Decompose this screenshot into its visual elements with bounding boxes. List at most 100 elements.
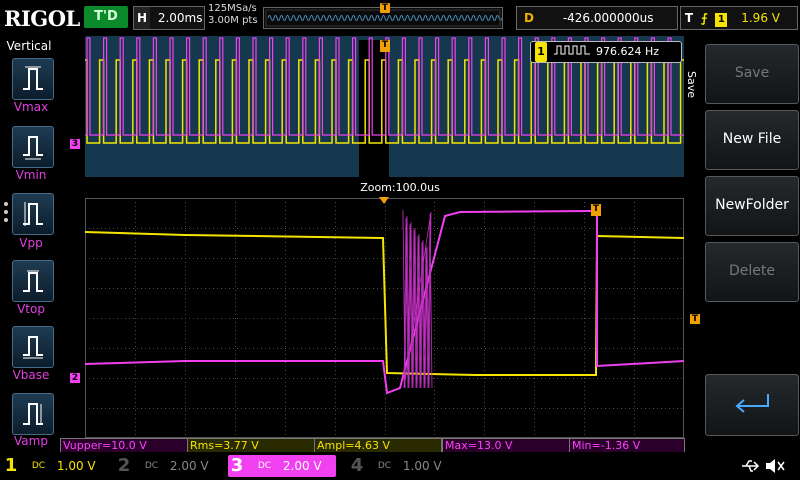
grid-dot [135,218,136,219]
grid-dot [509,258,510,259]
grid-dot [597,378,598,379]
grid-dot [335,410,336,411]
grid-dot [117,258,118,259]
grid-dot [209,288,210,289]
speaker-icon[interactable] [764,458,786,474]
ch3-offset-marker[interactable]: 2 [70,373,80,383]
grid-dot [525,258,526,259]
channel-3-indicator[interactable]: 3 DC 2.00 V [228,455,336,477]
grid-dot [305,258,306,259]
grid-dot [109,408,110,409]
grid-dot [569,408,570,409]
grid-dot [625,378,626,379]
grid-dot [534,378,535,379]
grid-dot [135,398,136,399]
grid-dot [393,348,394,349]
grid-dot [333,378,334,379]
grid-dot [584,222,585,223]
grid-dot [285,386,286,387]
grid-dot [335,282,336,283]
grid-dot [545,348,546,349]
grid-dot [534,234,535,235]
grid-dot [437,288,438,289]
vmin-button[interactable] [12,126,54,168]
delete-button[interactable]: Delete [705,242,799,302]
grid-dot [609,228,610,229]
vtop-button[interactable] [12,260,54,302]
grid-dot [133,348,134,349]
grid-dot [637,318,638,319]
grid-dot [484,366,485,367]
grid-dot [661,348,662,349]
grid-dot [257,348,258,349]
grid-dot [484,266,485,267]
grid-dot [377,288,378,289]
sample-rate: 125MSa/s [208,3,257,14]
main-trigger-marker[interactable]: T [591,204,601,216]
grid-dot [433,408,434,409]
vpp-button[interactable] [12,193,54,235]
grid-dot [349,258,350,259]
new-file-button[interactable]: New File [705,110,799,170]
trigger-settings[interactable]: T ⨍ 1 1.96 V [680,6,798,30]
grid-dot [393,408,394,409]
grid-dot [609,408,610,409]
grid-dot [241,348,242,349]
grid-dot [135,286,136,287]
grid-dot [634,254,635,255]
grid-dot [273,228,274,229]
grid-dot [484,430,485,431]
grid-dot [629,348,630,349]
grid-dot [257,408,258,409]
grid-dot [497,318,498,319]
grid-dot [281,288,282,289]
vmax-button[interactable] [12,58,54,100]
grid-dot [621,258,622,259]
grid-dot [473,318,474,319]
grid-dot [665,318,666,319]
grid-dot [361,318,362,319]
grid-dot [645,288,646,289]
grid-dot [537,318,538,319]
grid-dot [637,408,638,409]
overview-trigger-marker[interactable]: T [380,40,390,52]
grid-dot [235,210,236,211]
grid-dot [141,318,142,319]
delay-display[interactable]: D -426.000000us [516,6,678,30]
vamp-label: Vamp [14,434,48,448]
vbase-button[interactable] [12,326,54,368]
grid-dot [433,228,434,229]
channel-2-indicator[interactable]: 2 DC 2.00 V [115,455,223,477]
grid-dot [235,406,236,407]
grid-dot [634,258,635,259]
grid-dot [609,318,610,319]
grid-dot [373,258,374,259]
grid-dot [221,408,222,409]
memory-position-strip[interactable]: T [263,3,503,29]
grid-dot [534,274,535,275]
grid-dot [589,258,590,259]
grid-dot [389,348,390,349]
save-button[interactable]: Save [705,44,799,104]
vbase-label: Vbase [12,368,50,382]
channel-1-indicator[interactable]: 1 DC 1.00 V [2,455,110,477]
trigger-source: 1 [715,13,728,27]
new-folder-button[interactable]: NewFolder [705,176,799,236]
grid-dot [135,274,136,275]
grid-dot [634,358,635,359]
grid-dot [441,318,442,319]
enter-button[interactable] [705,374,799,436]
grid-dot [185,390,186,391]
vamp-button[interactable] [12,393,54,435]
grid-dot [277,288,278,289]
trigger-level-marker[interactable]: T [690,314,700,324]
grid-dot [335,250,336,251]
horizontal-timebase[interactable]: H 2.00ms [133,6,205,30]
channel-4-indicator[interactable]: 4 DC 1.00 V [348,455,456,477]
grid-dot [333,348,334,349]
grid-dot [549,228,550,229]
delay-value: -426.000000us [562,11,654,25]
grid-dot [385,270,386,271]
brand-logo: RIGOL [4,6,80,31]
overview-ch3-marker[interactable]: 3 [70,139,80,149]
